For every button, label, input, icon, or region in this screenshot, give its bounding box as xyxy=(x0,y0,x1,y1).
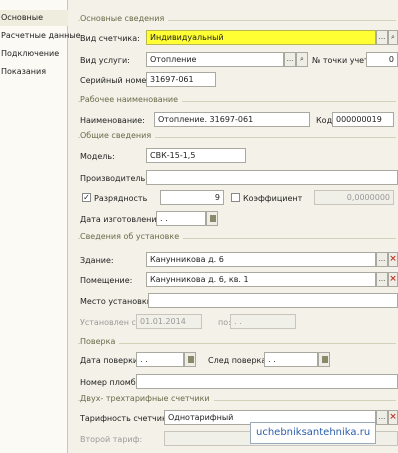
digits-label: Разрядность xyxy=(94,194,148,203)
building-label: Здание: xyxy=(80,256,114,265)
maker-field[interactable] xyxy=(146,170,398,185)
section-tariff: Двух- трехтарифные счетчики xyxy=(80,394,214,403)
service-type-label: Вид услуги: xyxy=(80,56,130,65)
meter-type-field[interactable]: Индивидуальный xyxy=(146,30,376,45)
section-work-name: Рабочее наименование xyxy=(80,95,183,104)
code-field[interactable]: 000000019 xyxy=(332,112,394,127)
clear-icon[interactable]: × xyxy=(388,272,398,287)
coef-field[interactable]: 0,0000000 xyxy=(314,190,394,205)
made-date-field[interactable]: . . xyxy=(156,211,206,226)
place-label: Место установки: xyxy=(80,297,155,306)
calendar-icon[interactable] xyxy=(184,352,196,367)
section-basic: Основные сведения xyxy=(80,14,169,23)
search-icon[interactable]: ⌕ xyxy=(296,52,308,67)
nav-item-calc-data[interactable]: Расчетные данные xyxy=(0,28,81,44)
room-label: Помещение: xyxy=(80,276,133,285)
section-general: Общие сведения xyxy=(80,131,156,140)
coef-checkbox[interactable] xyxy=(231,193,240,202)
section-check: Поверка xyxy=(80,337,120,346)
service-type-field[interactable]: Отопление xyxy=(146,52,284,67)
place-field[interactable] xyxy=(148,293,398,308)
seal-field[interactable] xyxy=(136,374,398,389)
nav-item-connection[interactable]: Подключение xyxy=(0,46,68,62)
made-date-label: Дата изготовления: xyxy=(80,215,165,224)
point-no-field[interactable]: 0 xyxy=(366,52,398,67)
side-nav: Основные Расчетные данные Подключение По… xyxy=(0,0,81,453)
meter-type-label: Вид счетчика: xyxy=(80,34,140,43)
clear-icon[interactable]: × xyxy=(388,252,398,267)
installed-from-field[interactable]: 01.01.2014 xyxy=(136,314,202,329)
building-field[interactable]: Канунникова д. 6 xyxy=(146,252,376,267)
watermark-text: uchebniksantehnika.ru xyxy=(250,422,377,444)
maker-label: Производитель: xyxy=(80,174,148,183)
check-date-field[interactable]: . . xyxy=(136,352,184,367)
ellipsis-icon[interactable]: ... xyxy=(376,272,388,287)
serial-field[interactable]: 31697-061 xyxy=(146,72,216,87)
coef-label: Коэффициент xyxy=(243,194,303,203)
nav-item-basic[interactable]: Основные xyxy=(0,10,68,26)
section-install: Сведения об установке xyxy=(80,232,184,241)
nav-item-readings[interactable]: Показания xyxy=(0,64,68,80)
search-icon[interactable]: ⌕ xyxy=(388,30,398,45)
serial-label: Серийный номер: xyxy=(80,76,155,85)
divider xyxy=(78,343,396,344)
model-field[interactable]: СВК-15-1,5 xyxy=(146,148,246,163)
digits-field[interactable]: 9 xyxy=(160,190,224,205)
room-field[interactable]: Канунникова д. 6, кв. 1 xyxy=(146,272,376,287)
tariff-type-label: Тарифность счетчика: xyxy=(80,414,175,423)
second-tariff-label: Второй тариф: xyxy=(80,435,143,444)
model-label: Модель: xyxy=(80,152,115,161)
name-label: Наименование: xyxy=(80,116,145,125)
clear-icon[interactable]: × xyxy=(388,410,398,425)
installed-to-label: по: xyxy=(218,318,231,327)
next-check-label: След поверка: xyxy=(208,356,269,365)
ellipsis-icon[interactable]: ... xyxy=(376,30,388,45)
seal-label: Номер пломбы: xyxy=(80,378,145,387)
digits-checkbox[interactable]: ✓ xyxy=(82,193,91,202)
name-field[interactable]: Отопление. 31697-061 xyxy=(154,112,310,127)
calendar-icon[interactable] xyxy=(206,211,218,226)
installed-to-field[interactable]: . . xyxy=(230,314,296,329)
ellipsis-icon[interactable]: ... xyxy=(376,252,388,267)
ellipsis-icon[interactable]: ... xyxy=(284,52,296,67)
next-check-field[interactable]: . . xyxy=(264,352,318,367)
check-date-label: Дата поверки: xyxy=(80,356,141,365)
installed-label: Установлен с: xyxy=(80,318,139,327)
ellipsis-icon[interactable]: ... xyxy=(376,410,388,425)
calendar-icon[interactable] xyxy=(318,352,330,367)
